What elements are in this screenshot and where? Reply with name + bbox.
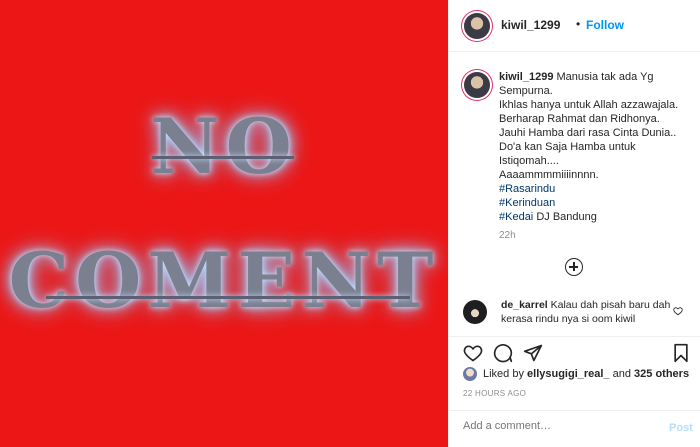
comment-input[interactable] [463,420,653,432]
overlay-text-no: NO [150,102,298,191]
strike-line-top [152,156,294,159]
hashtag-link[interactable]: #Kerinduan [499,196,689,210]
caption-line: Jauhi Hamba dari rasa Cinta Dunia.. [499,127,677,139]
add-comment-bar: Post [449,410,700,447]
post-header: kiwil_1299 • Follow [449,0,700,52]
liker-avatar[interactable] [463,367,477,381]
caption-line: Aaaammmmiiiinnnn. [499,169,599,181]
small-heart-icon[interactable] [673,306,683,316]
strike-line-bottom [46,296,410,299]
commenter-username[interactable]: de_karrel [501,299,548,311]
post-comment-button[interactable]: Post [669,422,693,434]
commenter-avatar[interactable] [463,300,487,324]
caption-line: #Kedai DJ Bandung [499,210,689,224]
speech-bubble-icon[interactable] [493,343,513,363]
follow-button[interactable]: Follow [586,18,624,32]
header-separator: • [576,17,581,31]
hashtag-link[interactable]: #Rasarindu [499,182,689,196]
author-username[interactable]: kiwil_1299 [501,18,560,32]
comment-text: de_karrel Kalau dah pisah baru dah keras… [501,298,671,326]
post-image[interactable]: NO COMENT [0,0,448,447]
caption-suffix: DJ Bandung [533,211,597,223]
likes-prefix: Liked by [483,368,528,380]
caption-line: Do'a kan Saja Hamba untuk Istiqomah.... [499,141,636,167]
caption-time[interactable]: 22h [499,230,516,241]
post-timestamp[interactable]: 22 HOURS AGO [463,389,526,398]
caption-avatar[interactable] [464,72,490,98]
load-more-comments-button[interactable] [565,258,583,276]
caption-username[interactable]: kiwil_1299 [499,71,553,83]
caption-line: Berharap Rahmat dan Ridhonya. [499,113,660,125]
likes-others-link[interactable]: 325 others [634,368,689,380]
overlay-text-coment: COMENT [8,236,440,325]
action-bar [449,336,700,366]
bookmark-icon[interactable] [671,343,691,363]
heart-icon[interactable] [463,343,483,363]
comment-item: de_karrel Kalau dah pisah baru dah keras… [449,296,700,336]
likes-text: Liked by ellysugigi_real_ and 325 others [483,368,689,380]
hashtag-link[interactable]: #Kedai [499,211,533,223]
post-side-panel: kiwil_1299 • Follow kiwil_1299 Manusia t… [448,0,700,447]
liker-username[interactable]: ellysugigi_real_ [527,368,610,380]
caption-line: Ikhlas hanya untuk Allah azzawajala. [499,99,679,111]
paper-plane-icon[interactable] [523,343,543,363]
likes-middle: and [609,368,635,380]
author-avatar[interactable] [464,13,490,39]
caption-body: kiwil_1299 Manusia tak ada Yg Sempurna. … [499,70,689,224]
